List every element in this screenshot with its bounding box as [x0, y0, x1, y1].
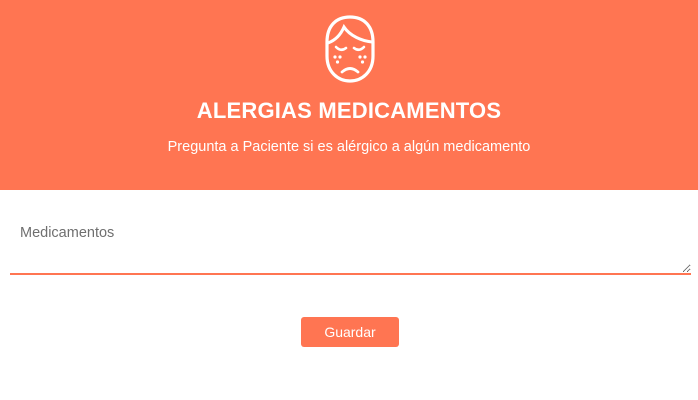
- sick-face-icon: [325, 15, 375, 83]
- modal-subtitle: Pregunta a Paciente si es alérgico a alg…: [167, 139, 531, 155]
- modal-header: ALERGIAS MEDICAMENTOS Pregunta a Pacient…: [0, 0, 698, 190]
- modal-title: ALERGIAS MEDICAMENTOS: [196, 98, 502, 123]
- allergy-modal: ALERGIAS MEDICAMENTOS Pregunta a Pacient…: [0, 0, 698, 400]
- medications-textarea[interactable]: [10, 212, 691, 275]
- medications-field-wrapper: [10, 212, 691, 275]
- save-button[interactable]: Guardar: [301, 317, 399, 347]
